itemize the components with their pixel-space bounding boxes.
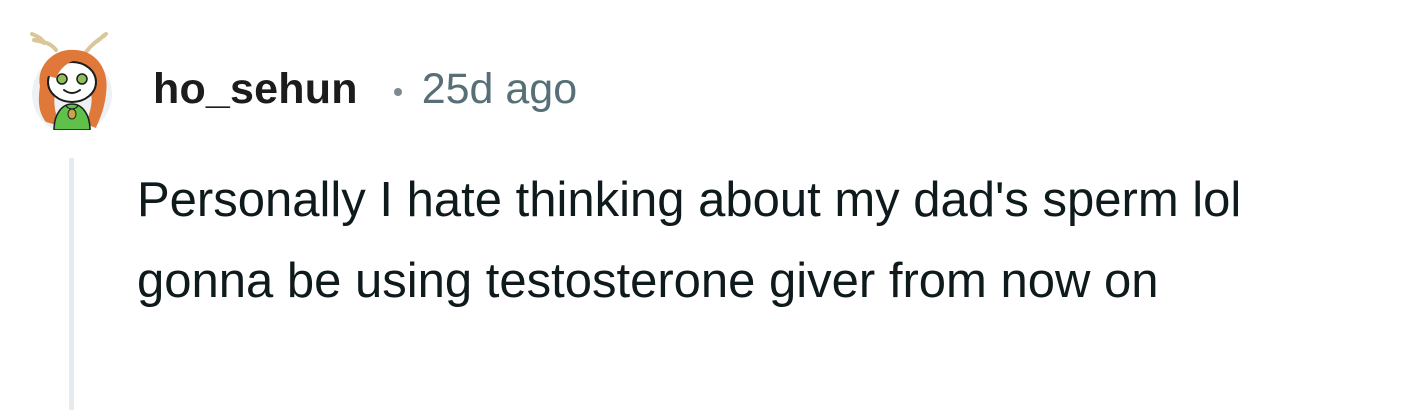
thread-line[interactable] [69, 158, 74, 410]
user-avatar[interactable] [26, 30, 116, 134]
comment: ho_sehun 25d ago Personally I hate think… [0, 0, 1402, 410]
comment-body: Personally I hate thinking about my dad'… [137, 173, 1242, 308]
separator-dot [393, 88, 402, 96]
reddit-snoo-avatar-icon [30, 32, 112, 134]
username-link[interactable]: ho_sehun [153, 65, 358, 114]
comment-header: ho_sehun 25d ago [153, 64, 577, 114]
timestamp[interactable]: 25d ago [422, 65, 577, 114]
